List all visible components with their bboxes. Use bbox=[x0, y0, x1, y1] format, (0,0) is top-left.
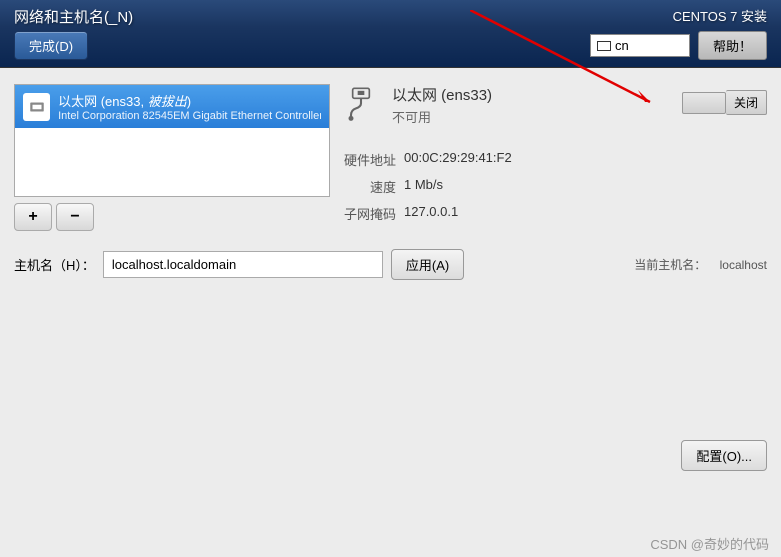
hw-address-value: 00:0C:29:29:41:F2 bbox=[404, 150, 512, 169]
subnet-value: 127.0.0.1 bbox=[404, 204, 458, 223]
hostname-input[interactable] bbox=[103, 251, 383, 278]
add-interface-button[interactable]: + bbox=[14, 203, 52, 231]
wired-connection-icon bbox=[340, 84, 382, 126]
top-bar: 网络和主机名(_N) 完成(D) CENTOS 7 安装 cn 帮助！ bbox=[0, 0, 781, 68]
detail-properties: 硬件地址 00:0C:29:29:41:F2 速度 1 Mb/s 子网掩码 127.0… bbox=[340, 150, 767, 223]
keyboard-icon bbox=[597, 41, 611, 51]
interface-description: Intel Corporation 82545EM Gigabit Ethern… bbox=[58, 110, 321, 122]
keyboard-layout-text: cn bbox=[615, 38, 629, 53]
current-hostname-label: 当前主机名： bbox=[634, 258, 706, 272]
subnet-label: 子网掩码 bbox=[340, 204, 396, 223]
connection-toggle[interactable] bbox=[682, 92, 726, 114]
speed-value: 1 Mb/s bbox=[404, 177, 443, 196]
remove-interface-button[interactable]: − bbox=[56, 203, 94, 231]
installer-title: CENTOS 7 安装 bbox=[673, 6, 767, 25]
current-hostname-value: localhost bbox=[720, 258, 767, 272]
detail-title: 以太网 (ens33) bbox=[392, 84, 492, 105]
interface-list[interactable]: 以太网 (ens33, 被拔出) Intel Corporation 82545… bbox=[14, 84, 330, 197]
page-title: 网络和主机名(_N) bbox=[14, 6, 133, 27]
apply-hostname-button[interactable]: 应用(A) bbox=[391, 249, 464, 280]
interface-name: 以太网 (ens33, 被拔出) bbox=[58, 91, 321, 110]
speed-label: 速度 bbox=[340, 177, 396, 196]
detail-status: 不可用 bbox=[392, 107, 492, 126]
ethernet-card-icon bbox=[23, 93, 50, 121]
watermark: CSDN @奇妙的代码 bbox=[650, 534, 769, 553]
hw-address-label: 硬件地址 bbox=[340, 150, 396, 169]
keyboard-layout-selector[interactable]: cn bbox=[590, 34, 690, 57]
done-button[interactable]: 完成(D) bbox=[14, 31, 88, 60]
help-button[interactable]: 帮助！ bbox=[698, 31, 767, 60]
interface-item[interactable]: 以太网 (ens33, 被拔出) Intel Corporation 82545… bbox=[15, 85, 329, 128]
configure-button[interactable]: 配置(O)... bbox=[681, 440, 767, 471]
toggle-label: 关闭 bbox=[726, 90, 767, 115]
hostname-label: 主机名（H）： bbox=[14, 255, 95, 274]
